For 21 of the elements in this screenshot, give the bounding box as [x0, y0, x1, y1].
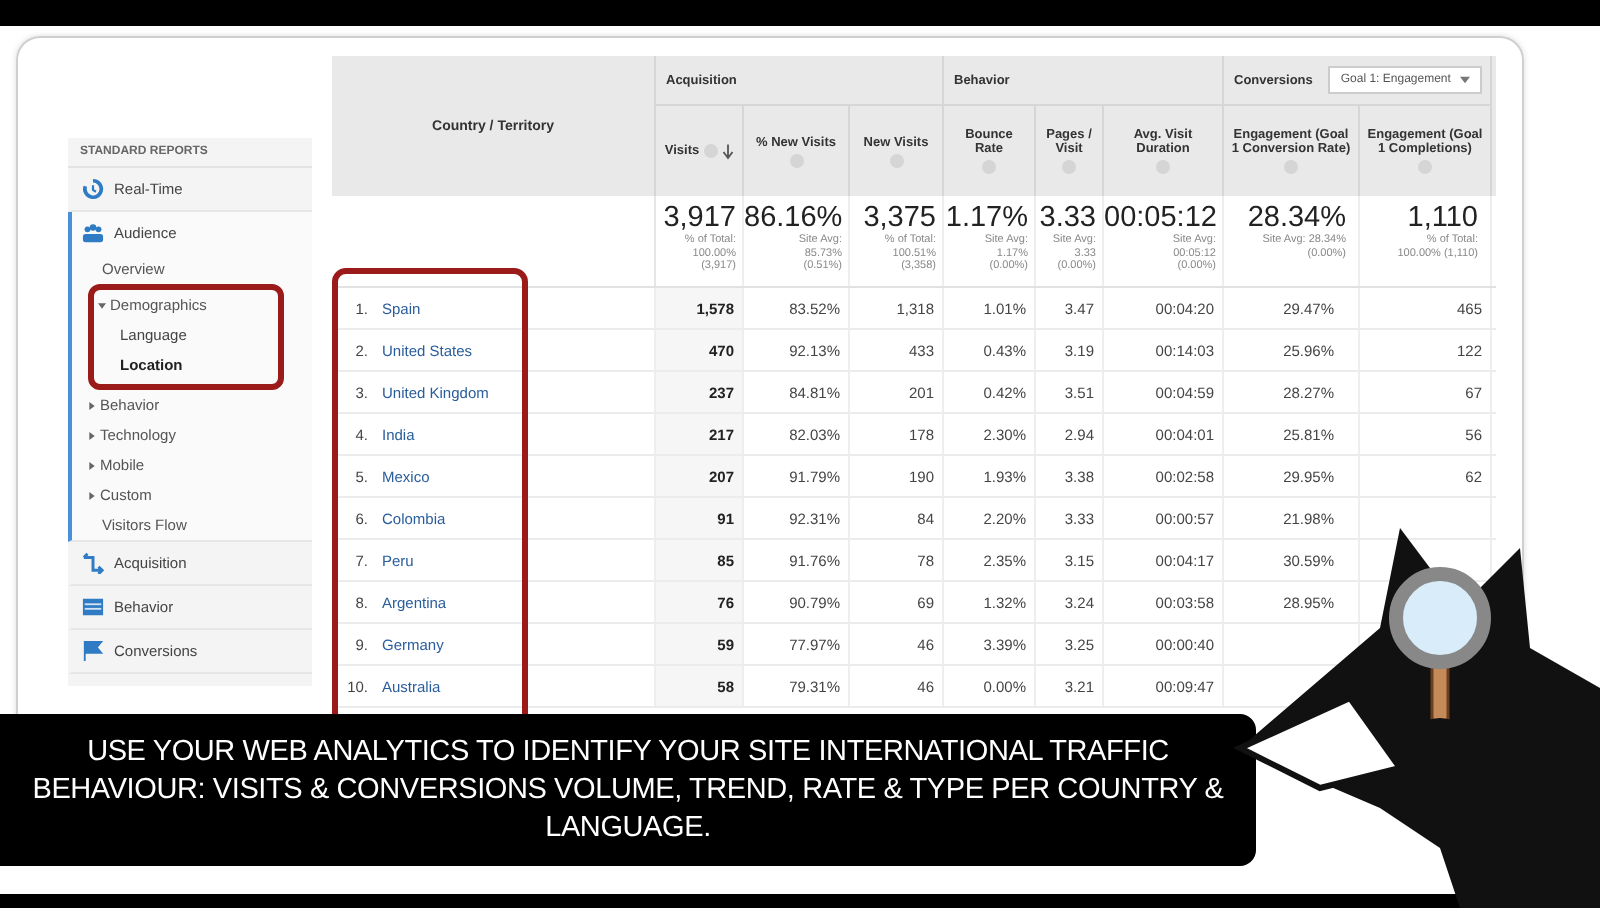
total-value: 3.33	[1037, 202, 1096, 234]
total-value: 00:05:12	[1104, 202, 1216, 234]
total-value: 1.17%	[944, 202, 1028, 234]
collapsed-caret-icon	[88, 491, 96, 499]
arrows-icon	[82, 552, 104, 574]
window-icon	[82, 596, 104, 618]
collapsed-caret-icon	[88, 431, 96, 439]
total-value: 86.16%	[744, 202, 842, 234]
total-value: 3,375	[861, 202, 936, 234]
total-value: 3,917	[661, 202, 736, 234]
caret-icon	[1460, 76, 1471, 84]
collapsed-caret-icon	[88, 461, 96, 469]
expanded-caret-icon	[98, 301, 106, 309]
refresh-clock-icon	[82, 178, 104, 200]
total-value: 28.34%	[1245, 202, 1346, 234]
people-icon	[82, 222, 104, 244]
caption-text: USE YOUR WEB ANALYTICS TO IDENTIFY YOUR SITE INTERNATIONAL TRAFFIC BEHAVIOUR: VISITS & CONVERSIONS VOLUME, TREND, RATE & TYPE PER COUNTRY & LANGUAGE.	[30, 733, 1226, 847]
sort-arrow-icon	[721, 143, 734, 159]
collapsed-caret-icon	[88, 401, 96, 409]
flag-icon	[82, 640, 104, 662]
total-value: 1,110	[1405, 202, 1478, 234]
